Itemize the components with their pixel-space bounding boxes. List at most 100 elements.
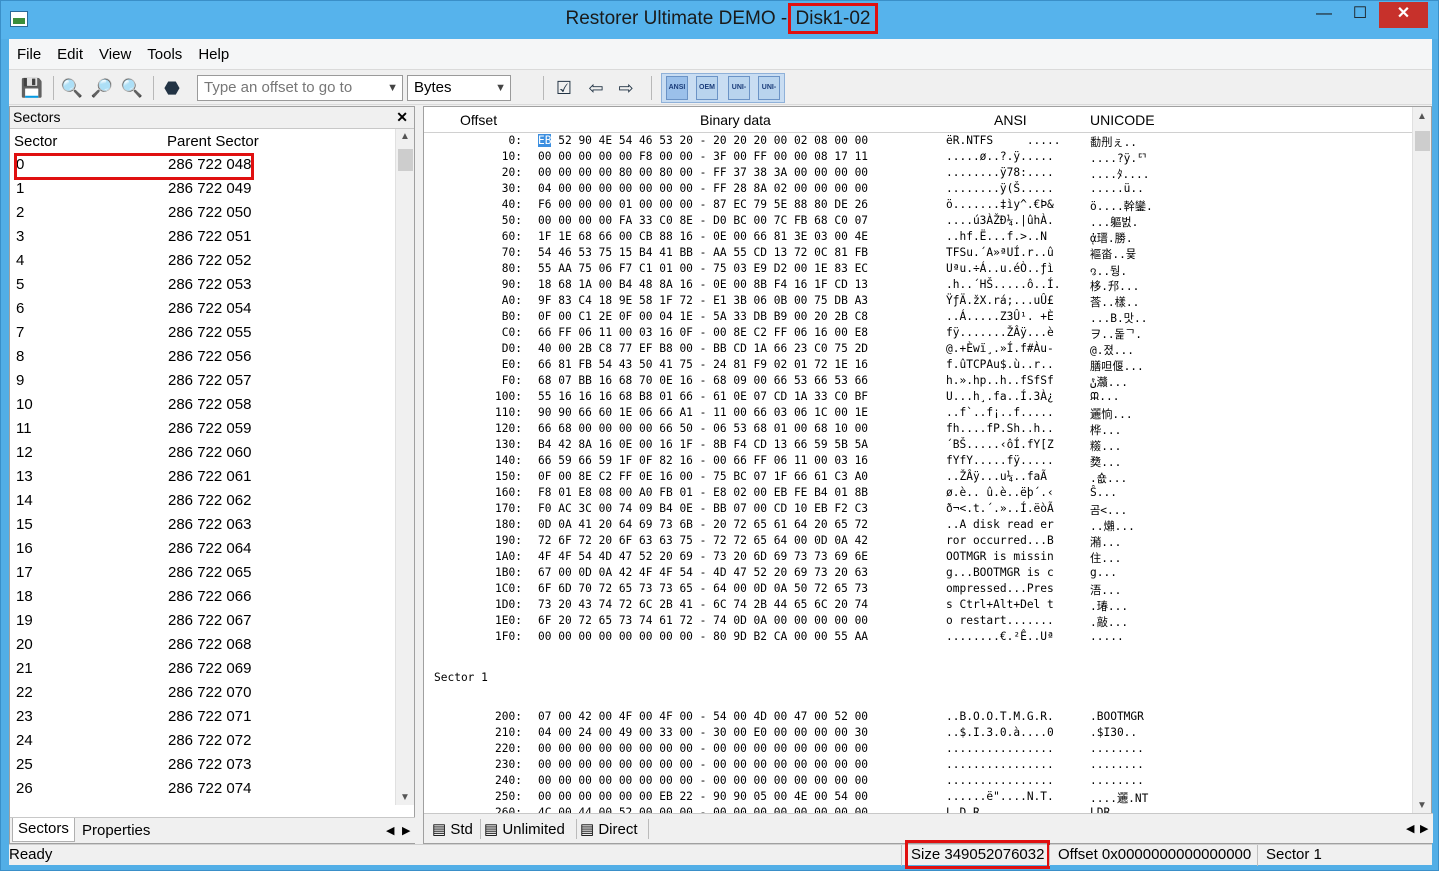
hex-tab-scroll-right-icon[interactable]: ▶ [1420,822,1428,835]
hex-bytes[interactable]: F0 AC 3C 00 74 09 B4 0E - BB 07 00 CD 10… [538,502,868,515]
sector-row[interactable]: 12 286 722 060 [10,441,395,465]
back-icon[interactable]: ⇦ [583,75,609,101]
hex-bytes[interactable]: 66 68 00 00 00 00 66 50 - 06 53 68 01 00… [538,422,868,435]
hex-bytes[interactable]: 00 00 00 00 00 00 00 00 - 00 00 00 00 00… [538,742,868,755]
hex-scroll-down-icon[interactable]: ▼ [1413,800,1431,811]
sector-row[interactable]: 16 286 722 064 [10,537,395,561]
menu-tools[interactable]: Tools [147,46,182,63]
sector-row[interactable]: 4 286 722 052 [10,249,395,273]
oem-encoding-button[interactable]: OEM [696,76,718,100]
save-icon[interactable]: 💾 [19,75,45,101]
sector-row[interactable]: 18 286 722 066 [10,585,395,609]
hex-bytes[interactable]: 18 68 1A 00 B4 48 8A 16 - 0E 00 8B F4 16… [538,278,868,291]
minimize-button[interactable]: — [1307,2,1341,28]
sector-row[interactable]: 13 286 722 061 [10,465,395,489]
hex-bytes[interactable]: 6F 20 72 65 73 74 61 72 - 74 0D 0A 00 00… [538,614,868,627]
hex-bytes[interactable]: 00 00 00 00 FA 33 C0 8E - D0 BC 00 7C FB… [538,214,868,227]
sector-row[interactable]: 22 286 722 070 [10,681,395,705]
hex-bytes[interactable]: 04 00 24 00 49 00 33 00 - 30 00 E0 00 00… [538,726,868,739]
hex-bytes[interactable]: 66 81 FB 54 43 50 41 75 - 24 81 F9 02 01… [538,358,868,371]
scroll-up-icon[interactable]: ▲ [396,131,414,142]
sector-row[interactable]: 17 286 722 065 [10,561,395,585]
hex-bytes[interactable]: 04 00 00 00 00 00 00 00 - FF 28 8A 02 00… [538,182,868,195]
column-sector[interactable]: Sector [14,133,57,150]
tab-std[interactable]: ▤ Std [432,820,473,838]
sector-row[interactable]: 9 286 722 057 [10,369,395,393]
sector-row[interactable]: 25 286 722 073 [10,753,395,777]
hex-bytes[interactable]: 4F 4F 54 4D 47 52 20 69 - 73 20 6D 69 73… [538,550,868,563]
tab-properties[interactable]: Properties [82,822,150,839]
forward-icon[interactable]: ⇨ [613,75,639,101]
hex-bytes[interactable]: 0F 00 8E C2 FF 0E 16 00 - 75 BC 07 1F 66… [538,470,868,483]
hex-bytes[interactable]: 00 00 00 00 00 00 00 00 - 80 9D B2 CA 00… [538,630,868,643]
sector-row[interactable]: 24 286 722 072 [10,729,395,753]
hex-bytes[interactable]: F6 00 00 00 01 00 00 00 - 87 EC 79 5E 88… [538,198,868,211]
hex-bytes[interactable]: 66 FF 06 11 00 03 16 0F - 00 8E C2 FF 06… [538,326,868,339]
close-panel-icon[interactable]: ✕ [396,107,408,128]
sector-row[interactable]: 5 286 722 053 [10,273,395,297]
find-next-icon[interactable]: 🔎 [89,75,115,101]
hex-bytes[interactable]: 4C 00 44 00 52 00 00 00 - 00 00 00 00 00… [538,806,868,813]
sector-row[interactable]: 1 286 722 049 [10,177,395,201]
column-parent-sector[interactable]: Parent Sector [167,133,259,150]
hex-bytes[interactable]: 68 07 BB 16 68 70 0E 16 - 68 09 00 66 53… [538,374,868,387]
sector-row[interactable]: 3 286 722 051 [10,225,395,249]
hex-bytes[interactable]: 90 90 66 60 1E 06 66 A1 - 11 00 66 03 06… [538,406,868,419]
hex-bytes[interactable]: 9F 83 C4 18 9E 58 1F 72 - E1 3B 06 0B 00… [538,294,868,307]
tab-direct[interactable]: ▤ Direct [580,820,638,838]
scroll-down-icon[interactable]: ▼ [396,792,414,803]
sector-row[interactable]: 6 286 722 054 [10,297,395,321]
menu-view[interactable]: View [99,46,131,63]
hex-bytes[interactable]: 00 00 00 00 00 00 EB 22 - 90 90 05 00 4E… [538,790,868,803]
hex-bytes[interactable]: 00 00 00 00 00 00 00 00 - 00 00 00 00 00… [538,774,868,787]
unit-select[interactable]: Bytes ▼ [407,75,511,101]
sector-row[interactable]: 19 286 722 067 [10,609,395,633]
hex-bytes[interactable]: 07 00 42 00 4F 00 4F 00 - 54 00 4D 00 47… [538,710,868,723]
scroll-thumb[interactable] [398,149,413,171]
hex-scroll-up-icon[interactable]: ▲ [1413,111,1431,122]
hex-bytes[interactable]: B4 42 8A 16 0E 00 16 1F - 8B F4 CD 13 66… [538,438,868,451]
tab-scroll-right-icon[interactable]: ▶ [402,824,410,837]
hex-bytes[interactable]: 00 00 00 00 00 F8 00 00 - 3F 00 FF 00 00… [538,150,868,163]
sector-row[interactable]: 2 286 722 050 [10,201,395,225]
menu-file[interactable]: File [17,46,41,63]
sector-row[interactable]: 20 286 722 068 [10,633,395,657]
hex-bytes[interactable]: 55 16 16 16 68 B8 01 66 - 61 0E 07 CD 1A… [538,390,868,403]
sector-row[interactable]: 15 286 722 063 [10,513,395,537]
panel-splitter[interactable] [415,106,423,844]
sector-row[interactable]: 8 286 722 056 [10,345,395,369]
find-previous-icon[interactable]: 🔍 [119,75,145,101]
hex-bytes[interactable]: 72 6F 72 20 6F 63 63 75 - 72 72 65 64 00… [538,534,868,547]
stop-icon[interactable]: ⬣ [159,75,185,101]
unicode-encoding-button[interactable]: UNI-CODE [728,76,750,113]
unit-dropdown-icon[interactable]: ▼ [495,76,506,100]
hex-bytes[interactable]: 55 AA 75 06 F7 C1 01 00 - 75 03 E9 D2 00… [538,262,868,275]
tab-unlimited[interactable]: ▤ Unlimited [484,820,565,838]
hex-tab-scroll-left-icon[interactable]: ◀ [1406,822,1414,835]
tab-scroll-left-icon[interactable]: ◀ [386,824,394,837]
hex-bytes[interactable]: 73 20 43 74 72 6C 2B 41 - 6C 74 2B 44 65… [538,598,868,611]
ansi-encoding-button[interactable]: ANSI [666,76,688,100]
menu-help[interactable]: Help [198,46,229,63]
hex-bytes[interactable]: 1F 1E 68 66 00 CB 88 16 - 0E 00 66 81 3E… [538,230,868,243]
tab-sectors[interactable]: Sectors [12,818,75,842]
find-icon[interactable]: 🔍 [59,75,85,101]
hex-cursor-byte[interactable]: EB [538,134,552,147]
hex-bytes[interactable]: 54 46 53 75 15 B4 41 BB - AA 55 CD 13 72… [538,246,868,259]
hex-bytes[interactable]: EB 52 90 4E 54 46 53 20 - 20 20 20 00 02… [538,134,868,147]
sector-row[interactable]: 14 286 722 062 [10,489,395,513]
hex-view[interactable]: 0: EB 52 90 4E 54 46 53 20 - 20 20 20 00 … [424,133,1414,813]
hex-bytes[interactable]: 00 00 00 00 00 00 00 00 - 00 00 00 00 00… [538,758,868,771]
hex-scrollbar[interactable]: ▲ ▼ [1412,107,1431,813]
sector-row[interactable]: 11 286 722 059 [10,417,395,441]
close-button[interactable]: ✕ [1379,2,1428,28]
unicode-plus-encoding-button[interactable]: UNI-CODE+ [758,76,783,113]
hex-bytes[interactable]: 66 59 66 59 1F 0F 82 16 - 00 66 FF 06 11… [538,454,868,467]
sector-row[interactable]: 23 286 722 071 [10,705,395,729]
offset-input[interactable]: Type an offset to go to ▼ [197,75,403,101]
offset-dropdown-icon[interactable]: ▼ [387,76,398,100]
sector-row[interactable]: 7 286 722 055 [10,321,395,345]
hex-bytes[interactable]: 0F 00 C1 2E 0F 00 04 1E - 5A 33 DB B9 00… [538,310,868,323]
hex-bytes[interactable]: F8 01 E8 08 00 A0 FB 01 - E8 02 00 EB FE… [538,486,868,499]
maximize-button[interactable]: ☐ [1343,2,1377,28]
